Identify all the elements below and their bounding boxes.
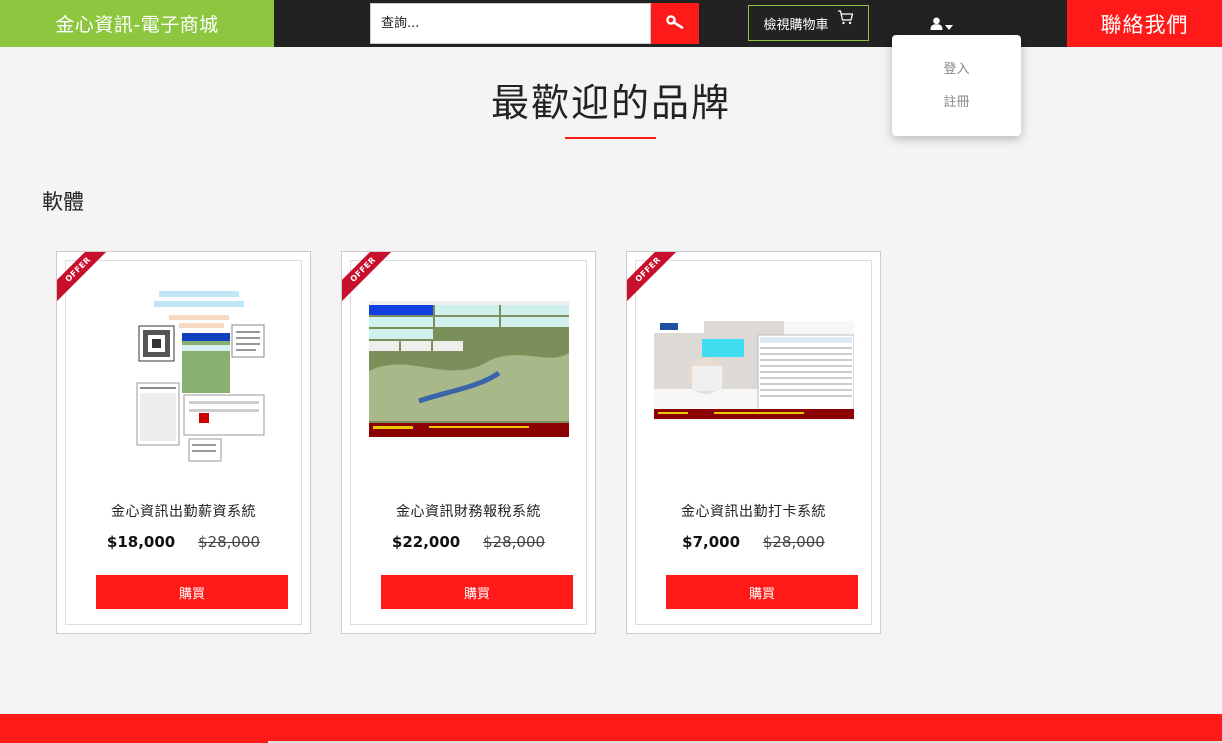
caret-down-icon — [945, 15, 953, 34]
product-image[interactable] — [654, 291, 855, 481]
top-navbar: 金心資訊-電子商城 檢視購物車 聯 — [0, 0, 1222, 47]
login-link[interactable]: 登入 — [892, 53, 1021, 86]
product-prices: $7,000 $28,000 — [636, 533, 871, 551]
buy-button[interactable]: 購買 — [96, 575, 288, 609]
buy-button[interactable]: 購買 — [666, 575, 858, 609]
product-name[interactable]: 金心資訊財務報稅系統 — [351, 501, 586, 521]
buy-button[interactable]: 購買 — [381, 575, 573, 609]
view-cart-button[interactable]: 檢視購物車 — [748, 5, 869, 41]
user-dropdown-menu: 登入 註冊 — [892, 35, 1021, 136]
category-heading: 軟體 — [42, 190, 84, 214]
product-prices: $18,000 $28,000 — [66, 533, 301, 551]
product-price: $7,000 — [682, 533, 741, 551]
user-menu-toggle[interactable] — [930, 14, 956, 34]
product-card-inner: 金心資訊財務報稅系統 $22,000 $28,000 購買 — [350, 260, 587, 625]
product-image[interactable] — [84, 291, 284, 481]
cart-label: 檢視購物車 — [763, 17, 829, 33]
search-input[interactable] — [370, 3, 651, 44]
product-old-price: $28,000 — [762, 533, 825, 551]
contact-us-button[interactable]: 聯絡我們 — [1067, 0, 1222, 47]
user-icon — [930, 15, 943, 34]
brand-logo[interactable]: 金心資訊-電子商城 — [0, 0, 274, 47]
product-name[interactable]: 金心資訊出勤薪資系統 — [66, 501, 301, 521]
page-title: 最歡迎的品牌 — [490, 81, 731, 125]
product-card-inner: 金心資訊出勤打卡系統 $7,000 $28,000 購買 — [635, 260, 872, 625]
search-button[interactable] — [651, 3, 699, 44]
product-old-price: $28,000 — [198, 533, 261, 551]
search-icon — [666, 14, 684, 33]
product-card: 金心資訊出勤薪資系統 $18,000 $28,000 購買 OFFER — [56, 251, 311, 634]
product-name[interactable]: 金心資訊出勤打卡系統 — [636, 501, 871, 521]
product-old-price: $28,000 — [483, 533, 546, 551]
product-price: $18,000 — [106, 533, 176, 551]
cart-icon — [837, 9, 854, 29]
product-card-inner: 金心資訊出勤薪資系統 $18,000 $28,000 購買 — [65, 260, 302, 625]
product-image[interactable] — [369, 291, 569, 481]
title-divider — [565, 137, 656, 139]
product-card: 金心資訊財務報稅系統 $22,000 $28,000 購買 OFFER — [341, 251, 596, 634]
product-prices: $22,000 $28,000 — [351, 533, 586, 551]
product-price: $22,000 — [391, 533, 461, 551]
product-card: 金心資訊出勤打卡系統 $7,000 $28,000 購買 OFFER — [626, 251, 881, 634]
footer-bar — [0, 714, 1222, 743]
register-link[interactable]: 註冊 — [892, 86, 1021, 119]
